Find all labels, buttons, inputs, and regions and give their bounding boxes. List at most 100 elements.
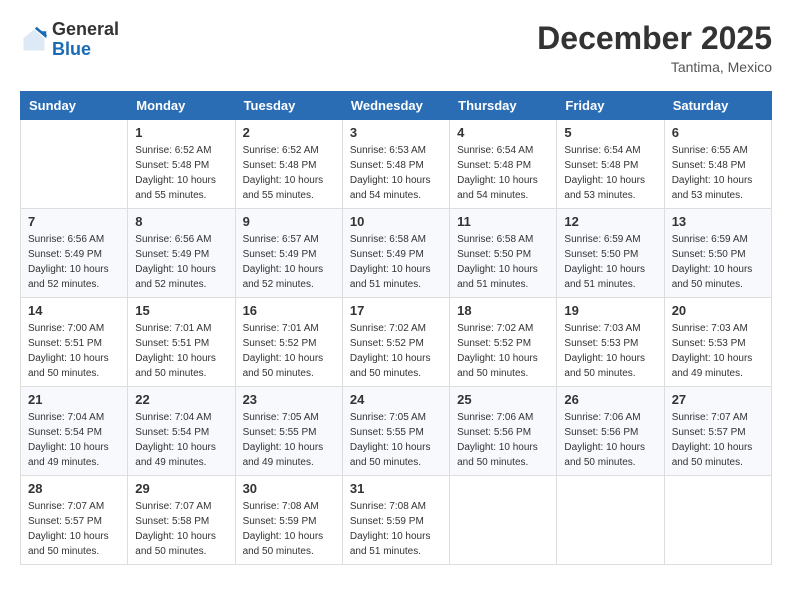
day-number: 4 (457, 125, 549, 140)
weekday-header-row: SundayMondayTuesdayWednesdayThursdayFrid… (21, 92, 772, 120)
day-number: 13 (672, 214, 764, 229)
calendar-cell: 19 Sunrise: 7:03 AM Sunset: 5:53 PM Dayli… (557, 298, 664, 387)
day-info: Sunrise: 7:07 AM Sunset: 5:58 PM Dayligh… (135, 499, 227, 559)
calendar-cell: 30Sunrise: 7:08 AM Sunset: 5:59 PM Dayli… (235, 476, 342, 565)
day-info: Sunrise: 6:57 AM Sunset: 5:49 PM Dayligh… (243, 232, 335, 292)
day-info: Sunrise: 6:53 AM Sunset: 5:48 PM Dayligh… (350, 143, 442, 203)
day-info: Sunrise: 7:07 AM Sunset: 5:57 PM Dayligh… (28, 499, 120, 559)
day-info: Sunrise: 6:52 AM Sunset: 5:48 PM Dayligh… (135, 143, 227, 203)
calendar-cell (450, 476, 557, 565)
day-number: 5 (564, 125, 656, 140)
day-number: 16 (243, 303, 335, 318)
day-number: 18 (457, 303, 549, 318)
day-info: Sunrise: 6:55 AM Sunset: 5:48 PM Dayligh… (672, 143, 764, 203)
day-info: Sunrise: 7:04 AM Sunset: 5:54 PM Dayligh… (135, 410, 227, 470)
day-number: 7 (28, 214, 120, 229)
calendar-cell: 26 Sunrise: 7:06 AM Sunset: 5:56 PM Dayli… (557, 387, 664, 476)
day-info: Sunrise: 7:01 AM Sunset: 5:52 PM Dayligh… (243, 321, 335, 381)
day-number: 31 (350, 481, 442, 496)
day-info: Sunrise: 7:02 AM Sunset: 5:52 PM Dayligh… (350, 321, 442, 381)
day-info: Sunrise: 7:05 AM Sunset: 5:55 PM Dayligh… (243, 410, 335, 470)
calendar-cell: 25 Sunrise: 7:06 AM Sunset: 5:56 PM Dayli… (450, 387, 557, 476)
calendar-cell: 12 Sunrise: 6:59 AM Sunset: 5:50 PM Dayli… (557, 209, 664, 298)
calendar-week-row: 14 Sunrise: 7:00 AM Sunset: 5:51 PM Dayli… (21, 298, 772, 387)
day-number: 6 (672, 125, 764, 140)
calendar-cell: 31 Sunrise: 7:08 AM Sunset: 5:59 PM Dayli… (342, 476, 449, 565)
day-number: 24 (350, 392, 442, 407)
day-info: Sunrise: 7:06 AM Sunset: 5:56 PM Dayligh… (564, 410, 656, 470)
calendar-cell: 27 Sunrise: 7:07 AM Sunset: 5:57 PM Dayli… (664, 387, 771, 476)
day-info: Sunrise: 7:00 AM Sunset: 5:51 PM Dayligh… (28, 321, 120, 381)
calendar-cell: 14 Sunrise: 7:00 AM Sunset: 5:51 PM Dayli… (21, 298, 128, 387)
day-info: Sunrise: 7:07 AM Sunset: 5:57 PM Dayligh… (672, 410, 764, 470)
day-info: Sunrise: 7:02 AM Sunset: 5:52 PM Dayligh… (457, 321, 549, 381)
day-number: 28 (28, 481, 120, 496)
calendar-cell: 16 Sunrise: 7:01 AM Sunset: 5:52 PM Dayli… (235, 298, 342, 387)
day-number: 19 (564, 303, 656, 318)
title-block: December 2025 Tantima, Mexico (537, 20, 772, 75)
calendar-cell: 22 Sunrise: 7:04 AM Sunset: 5:54 PM Dayli… (128, 387, 235, 476)
day-number: 21 (28, 392, 120, 407)
day-number: 15 (135, 303, 227, 318)
calendar-cell: 5 Sunrise: 6:54 AM Sunset: 5:48 PM Daylig… (557, 120, 664, 209)
day-number: 22 (135, 392, 227, 407)
day-number: 14 (28, 303, 120, 318)
calendar-cell: 15 Sunrise: 7:01 AM Sunset: 5:51 PM Dayli… (128, 298, 235, 387)
location-text: Tantima, Mexico (537, 59, 772, 75)
day-info: Sunrise: 7:01 AM Sunset: 5:51 PM Dayligh… (135, 321, 227, 381)
calendar-week-row: 21 Sunrise: 7:04 AM Sunset: 5:54 PM Dayli… (21, 387, 772, 476)
weekday-header-friday: Friday (557, 92, 664, 120)
month-title: December 2025 (537, 20, 772, 57)
logo-blue-text: Blue (52, 39, 91, 59)
logo: General Blue (20, 20, 119, 60)
logo-general-text: General (52, 19, 119, 39)
calendar-cell: 29 Sunrise: 7:07 AM Sunset: 5:58 PM Dayli… (128, 476, 235, 565)
day-info: Sunrise: 7:08 AM Sunset: 5:59 PM Dayligh… (350, 499, 442, 559)
day-number: 10 (350, 214, 442, 229)
logo-icon (20, 26, 48, 54)
page-header: General Blue December 2025 Tantima, Mexi… (20, 20, 772, 75)
weekday-header-sunday: Sunday (21, 92, 128, 120)
day-number: 2 (243, 125, 335, 140)
day-number: 23 (243, 392, 335, 407)
weekday-header-monday: Monday (128, 92, 235, 120)
day-info: Sunrise: 6:59 AM Sunset: 5:50 PM Dayligh… (672, 232, 764, 292)
calendar-cell (664, 476, 771, 565)
weekday-header-thursday: Thursday (450, 92, 557, 120)
day-number: 29 (135, 481, 227, 496)
weekday-header-wednesday: Wednesday (342, 92, 449, 120)
calendar-cell: 1Sunrise: 6:52 AM Sunset: 5:48 PM Daylig… (128, 120, 235, 209)
day-number: 25 (457, 392, 549, 407)
calendar-cell: 3Sunrise: 6:53 AM Sunset: 5:48 PM Daylig… (342, 120, 449, 209)
day-info: Sunrise: 6:54 AM Sunset: 5:48 PM Dayligh… (564, 143, 656, 203)
calendar-cell: 20 Sunrise: 7:03 AM Sunset: 5:53 PM Dayli… (664, 298, 771, 387)
day-number: 20 (672, 303, 764, 318)
calendar-week-row: 7 Sunrise: 6:56 AM Sunset: 5:49 PM Daylig… (21, 209, 772, 298)
calendar-cell: 13 Sunrise: 6:59 AM Sunset: 5:50 PM Dayli… (664, 209, 771, 298)
calendar-cell: 2Sunrise: 6:52 AM Sunset: 5:48 PM Daylig… (235, 120, 342, 209)
day-number: 12 (564, 214, 656, 229)
day-number: 27 (672, 392, 764, 407)
day-info: Sunrise: 6:59 AM Sunset: 5:50 PM Dayligh… (564, 232, 656, 292)
calendar-cell: 11Sunrise: 6:58 AM Sunset: 5:50 PM Dayli… (450, 209, 557, 298)
calendar-cell: 6 Sunrise: 6:55 AM Sunset: 5:48 PM Daylig… (664, 120, 771, 209)
calendar-table: SundayMondayTuesdayWednesdayThursdayFrid… (20, 91, 772, 565)
day-info: Sunrise: 6:58 AM Sunset: 5:49 PM Dayligh… (350, 232, 442, 292)
day-info: Sunrise: 7:03 AM Sunset: 5:53 PM Dayligh… (564, 321, 656, 381)
calendar-cell: 4Sunrise: 6:54 AM Sunset: 5:48 PM Daylig… (450, 120, 557, 209)
calendar-cell: 8Sunrise: 6:56 AM Sunset: 5:49 PM Daylig… (128, 209, 235, 298)
day-number: 26 (564, 392, 656, 407)
calendar-week-row: 28 Sunrise: 7:07 AM Sunset: 5:57 PM Dayli… (21, 476, 772, 565)
day-number: 11 (457, 214, 549, 229)
day-number: 17 (350, 303, 442, 318)
weekday-header-tuesday: Tuesday (235, 92, 342, 120)
day-info: Sunrise: 7:03 AM Sunset: 5:53 PM Dayligh… (672, 321, 764, 381)
calendar-cell: 24Sunrise: 7:05 AM Sunset: 5:55 PM Dayli… (342, 387, 449, 476)
calendar-cell: 23 Sunrise: 7:05 AM Sunset: 5:55 PM Dayli… (235, 387, 342, 476)
day-info: Sunrise: 6:56 AM Sunset: 5:49 PM Dayligh… (28, 232, 120, 292)
calendar-cell: 17 Sunrise: 7:02 AM Sunset: 5:52 PM Dayli… (342, 298, 449, 387)
day-number: 9 (243, 214, 335, 229)
day-info: Sunrise: 7:06 AM Sunset: 5:56 PM Dayligh… (457, 410, 549, 470)
calendar-cell: 18 Sunrise: 7:02 AM Sunset: 5:52 PM Dayli… (450, 298, 557, 387)
calendar-week-row: 1Sunrise: 6:52 AM Sunset: 5:48 PM Daylig… (21, 120, 772, 209)
